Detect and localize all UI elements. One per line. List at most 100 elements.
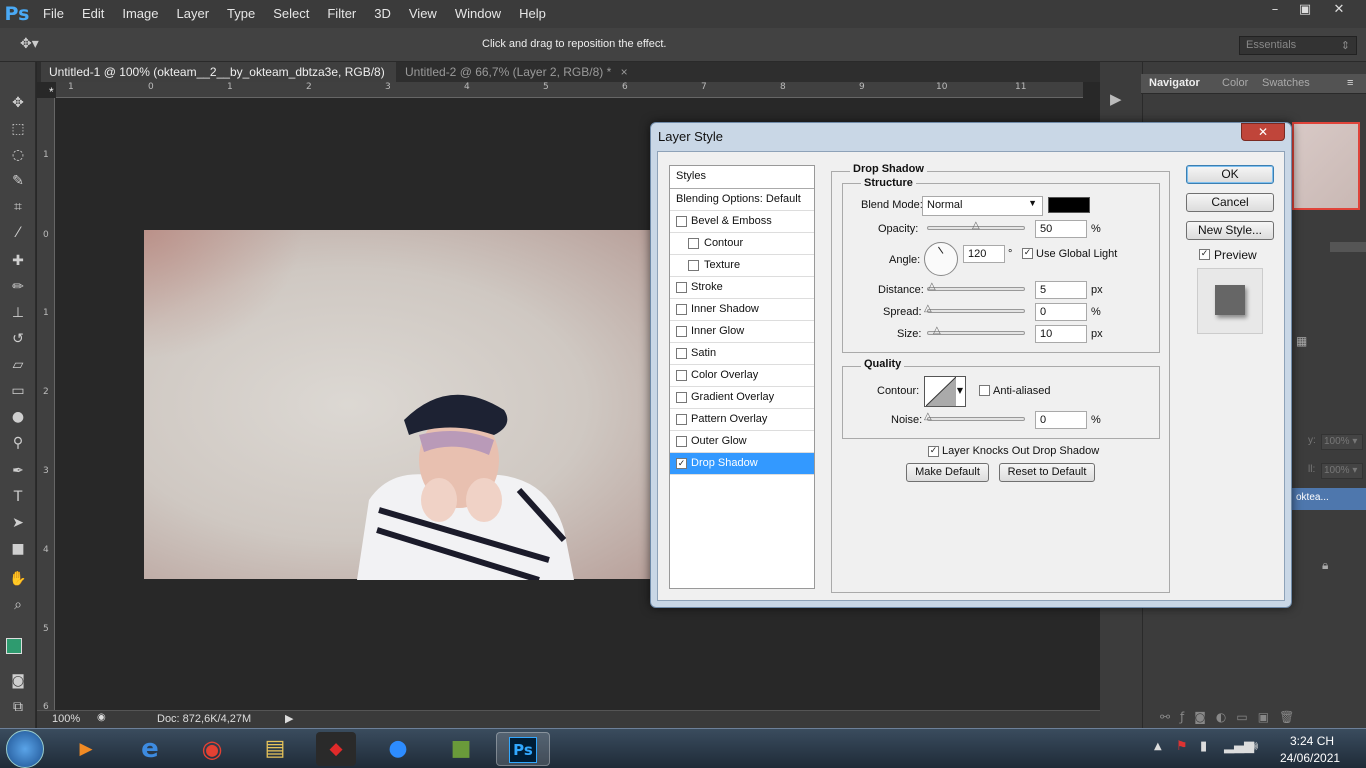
tab-navigator[interactable]: Navigator — [1149, 77, 1200, 89]
new-style-button[interactable]: New Style... — [1186, 221, 1274, 240]
checkbox[interactable] — [676, 304, 687, 315]
menu-help[interactable]: Help — [510, 0, 555, 28]
type-tool-icon[interactable]: T — [9, 488, 27, 506]
status-info-icon[interactable]: ◉ — [97, 712, 106, 723]
grid-icon[interactable]: ▦ — [1296, 334, 1310, 348]
style-color-overlay[interactable]: Color Overlay — [670, 365, 814, 387]
panel-menu-icon[interactable]: ≡ — [1347, 77, 1353, 89]
zoom-slider[interactable] — [1330, 242, 1366, 252]
show-hidden-icons[interactable]: ▲ — [1154, 741, 1162, 752]
checkbox[interactable] — [676, 436, 687, 447]
tab-untitled-1[interactable]: Untitled-1 @ 100% (okteam__2__by_okteam_… — [41, 62, 396, 99]
zoom-tool-icon[interactable]: ⌕ — [9, 596, 27, 614]
history-brush-tool-icon[interactable]: ↺ — [9, 330, 27, 348]
checkbox[interactable] — [676, 392, 687, 403]
dialog-close-button[interactable]: ✕ — [1241, 123, 1285, 141]
clock-date[interactable]: 24/06/2021 — [1280, 751, 1340, 765]
brush-tool-icon[interactable]: ✏ — [9, 278, 27, 296]
lock-icon[interactable]: 🔒︎ — [1322, 558, 1328, 573]
layer-panel-buttons[interactable]: ⚯ƒ◙◐▭▣🗑︎ — [1160, 710, 1304, 724]
start-button[interactable] — [6, 730, 44, 768]
marquee-tool-icon[interactable]: ⬚ — [9, 120, 27, 138]
document-canvas[interactable] — [144, 230, 654, 580]
anti-aliased-checkbox[interactable] — [979, 385, 990, 396]
ok-button[interactable]: OK — [1186, 165, 1274, 184]
style-drop-shadow[interactable]: ✓ Drop Shadow — [670, 453, 814, 475]
size-slider[interactable]: △ — [927, 326, 1025, 336]
checkbox[interactable] — [676, 282, 687, 293]
photoshop-taskbar-button[interactable]: Ps — [496, 732, 550, 766]
cancel-button[interactable]: Cancel — [1186, 193, 1274, 212]
path-select-tool-icon[interactable]: ➤ — [9, 514, 27, 532]
close-window-button[interactable]: ✕ — [1324, 0, 1354, 20]
slider-knob[interactable]: △ — [924, 304, 933, 314]
spread-slider[interactable]: △ — [924, 304, 1025, 314]
chrome-icon[interactable]: ◉ — [192, 732, 232, 766]
navigator-thumbnail[interactable] — [1292, 122, 1360, 210]
restore-button[interactable]: ▣ — [1290, 0, 1320, 20]
checkbox[interactable] — [676, 216, 687, 227]
checkbox[interactable] — [688, 238, 699, 249]
gradient-tool-icon[interactable]: ▭ — [9, 382, 27, 400]
tab-color[interactable]: Color — [1222, 77, 1248, 89]
noise-slider[interactable]: △ — [924, 412, 1025, 422]
shape-tool-icon[interactable]: ■ — [9, 540, 27, 558]
stamp-tool-icon[interactable]: ⊥ — [9, 304, 27, 322]
style-outer-glow[interactable]: Outer Glow — [670, 431, 814, 453]
opacity-input[interactable]: 50 — [1035, 220, 1087, 238]
blur-tool-icon[interactable]: ● — [9, 408, 27, 426]
zoom-level[interactable]: 100% — [52, 713, 80, 725]
size-input[interactable]: 10 — [1035, 325, 1087, 343]
slider-knob[interactable]: △ — [924, 412, 933, 422]
style-stroke[interactable]: Stroke — [670, 277, 814, 299]
shadow-color-swatch[interactable] — [1048, 197, 1090, 213]
checkbox[interactable] — [676, 370, 687, 381]
dodge-tool-icon[interactable]: ⚲ — [9, 434, 27, 452]
quick-mask-icon[interactable]: ◙ — [9, 672, 27, 690]
tab-untitled-2[interactable]: Untitled-2 @ 66,7% (Layer 2, RGB/8) * × — [397, 62, 636, 82]
quick-select-tool-icon[interactable]: ✎ — [9, 172, 27, 190]
reset-default-button[interactable]: Reset to Default — [999, 463, 1095, 482]
play-icon[interactable]: ▶ — [1110, 90, 1132, 110]
menu-select[interactable]: Select — [264, 0, 318, 28]
style-gradient-overlay[interactable]: Gradient Overlay — [670, 387, 814, 409]
checkbox[interactable] — [676, 326, 687, 337]
menu-filter[interactable]: Filter — [318, 0, 365, 28]
styles-header[interactable]: Styles — [670, 166, 814, 189]
layer-fill-field[interactable]: 100% ▾ — [1321, 463, 1363, 479]
clock-time[interactable]: 3:24 CH — [1290, 734, 1334, 748]
style-bevel-emboss[interactable]: Bevel & Emboss — [670, 211, 814, 233]
status-menu-arrow-icon[interactable]: ▶ — [285, 712, 293, 725]
angle-dial[interactable] — [924, 242, 958, 276]
lasso-tool-icon[interactable]: ◌ — [9, 146, 27, 164]
checkbox-checked[interactable]: ✓ — [676, 458, 687, 469]
preview-checkbox[interactable]: ✓ — [1199, 249, 1210, 260]
garena-icon[interactable]: ◆ — [316, 732, 356, 766]
move-tool-icon[interactable]: ✥ — [9, 94, 27, 112]
crop-tool-icon[interactable]: ⌗ — [9, 198, 27, 216]
slider-knob[interactable]: △ — [928, 282, 937, 292]
menu-type[interactable]: Type — [218, 0, 264, 28]
network-error-icon[interactable]: ⚑ — [1176, 739, 1188, 754]
style-inner-shadow[interactable]: Inner Shadow — [670, 299, 814, 321]
spread-input[interactable]: 0 — [1035, 303, 1087, 321]
distance-slider[interactable]: △ — [927, 282, 1025, 292]
move-tool-preset-icon[interactable]: ✥▾ — [20, 36, 39, 52]
tab-swatches[interactable]: Swatches — [1262, 77, 1310, 89]
checkbox[interactable] — [676, 348, 687, 359]
style-satin[interactable]: Satin — [670, 343, 814, 365]
distance-input[interactable]: 5 — [1035, 281, 1087, 299]
layer-opacity-field[interactable]: 100% ▾ — [1321, 434, 1363, 450]
zoom-app-icon[interactable]: ● — [378, 732, 418, 766]
media-player-icon[interactable]: ▶ — [66, 732, 106, 766]
blending-options[interactable]: Blending Options: Default — [670, 189, 814, 211]
internet-explorer-icon[interactable]: e — [130, 732, 170, 766]
menu-window[interactable]: Window — [446, 0, 510, 28]
style-inner-glow[interactable]: Inner Glow — [670, 321, 814, 343]
style-contour[interactable]: Contour — [670, 233, 814, 255]
opacity-slider[interactable]: △ — [927, 221, 1025, 231]
eyedropper-tool-icon[interactable]: ⁄ — [9, 224, 27, 242]
menu-layer[interactable]: Layer — [168, 0, 219, 28]
menu-edit[interactable]: Edit — [73, 0, 113, 28]
layer-row-selected[interactable]: okteа... — [1290, 488, 1366, 510]
